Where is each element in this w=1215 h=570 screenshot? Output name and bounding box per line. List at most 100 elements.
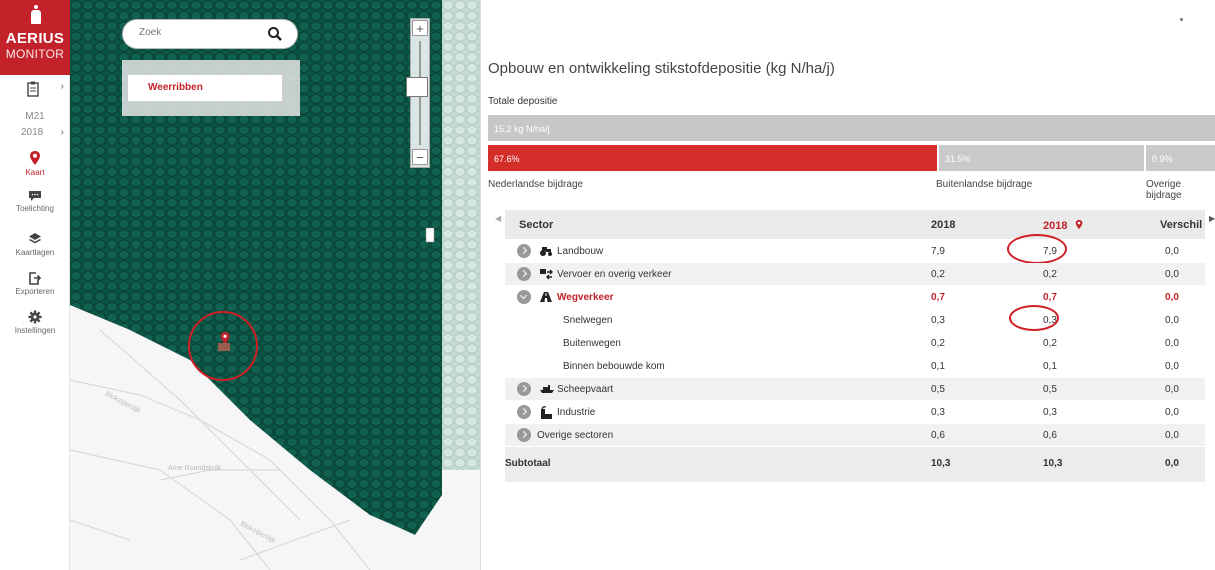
col-year[interactable]: 2018 <box>931 219 955 231</box>
row-difference: 0,0 <box>1165 315 1179 326</box>
tractor-icon <box>540 247 552 256</box>
expand-icon[interactable] <box>517 428 531 442</box>
row-difference: 0,0 <box>1165 292 1179 303</box>
logo-name: AERIUS <box>5 30 65 47</box>
table-row[interactable]: Buitenwegen 0,2 0,2 0,0 <box>505 332 1205 355</box>
row-label: Industrie <box>557 407 596 418</box>
table-row[interactable]: Scheepvaart 0,5 0,5 0,0 <box>505 378 1205 401</box>
map-label-place: Arne Roandskolk <box>168 465 222 472</box>
row-label: Buitenwegen <box>563 338 621 349</box>
scroll-left-icon[interactable]: ◀ <box>495 214 501 223</box>
row-label: Snelwegen <box>563 315 613 326</box>
total-deposition-value: 15,2 kg N/ha/j <box>494 124 550 134</box>
clipboard-menu-button[interactable]: › <box>0 81 70 103</box>
collapse-icon[interactable] <box>517 290 531 304</box>
search-box[interactable] <box>122 19 298 49</box>
table-row[interactable]: Overige sectoren 0,6 0,6 0,0 <box>505 424 1205 447</box>
zoom-out-button[interactable]: − <box>412 149 428 165</box>
expand-icon[interactable] <box>517 382 531 396</box>
road-icon <box>540 292 552 302</box>
expand-icon[interactable] <box>517 405 531 419</box>
side-navigation: AERIUS MONITOR › M21 2018 › Kaart Toelic… <box>0 0 70 570</box>
logo-icon <box>31 5 41 24</box>
row-value-2018: 0,2 <box>931 269 945 280</box>
row-difference: 0,0 <box>1165 246 1179 257</box>
layers-icon <box>29 233 41 244</box>
deposition-panel: Opbouw en ontwikkeling stikstofdepositie… <box>480 0 1215 570</box>
segment-percentage: 0.9% <box>1152 154 1173 164</box>
table-row[interactable]: Industrie 0,3 0,3 0,0 <box>505 401 1205 424</box>
row-value-2018-location: 0,2 <box>1043 269 1057 280</box>
table-header: Sector 2018 2018 Verschil <box>505 210 1205 240</box>
nav-instellingen-label: Instellingen <box>14 326 56 335</box>
search-icon[interactable] <box>267 26 283 42</box>
other-contribution-segment[interactable]: 0.9% <box>1146 145 1215 171</box>
nav-exporteren-label: Exporteren <box>15 287 55 296</box>
nav-instellingen[interactable]: Instellingen <box>0 310 70 335</box>
highlight-circle <box>1009 305 1059 331</box>
row-value-2018: 7,9 <box>931 246 945 257</box>
table-row[interactable]: Vervoer en overig verkeer 0,2 0,2 0,0 <box>505 263 1205 286</box>
zoom-slider-handle[interactable] <box>406 77 428 97</box>
row-difference: 0,0 <box>1165 430 1179 441</box>
contribution-bar: 67.6% 31.5% 0.9% <box>488 145 1215 171</box>
search-input[interactable] <box>139 27 259 38</box>
col-sector[interactable]: Sector <box>519 219 553 231</box>
subtotal-value-2018: 10,3 <box>931 458 951 469</box>
year-selector[interactable]: 2018 › <box>0 127 70 141</box>
dutch-contribution-segment[interactable]: 67.6% <box>488 145 937 171</box>
row-value-2018: 0,6 <box>931 430 945 441</box>
chevron-right-icon: › <box>60 127 64 138</box>
year-label: 2018 <box>21 127 44 138</box>
row-value-2018-location: 0,5 <box>1043 384 1057 395</box>
row-label: Binnen bebouwde kom <box>563 361 665 372</box>
nav-kaartlagen[interactable]: Kaartlagen <box>0 232 70 257</box>
total-deposition-bar: 15,2 kg N/ha/j <box>488 115 1215 141</box>
row-label: Vervoer en overig verkeer <box>557 269 672 280</box>
total-deposition-label: Totale depositie <box>488 96 558 107</box>
row-value-2018: 0,3 <box>931 407 945 418</box>
nav-toelichting[interactable]: Toelichting <box>0 190 70 213</box>
segment-percentage: 67.6% <box>494 154 520 164</box>
row-value-2018: 0,3 <box>931 315 945 326</box>
logo-subtitle: MONITOR <box>5 47 65 61</box>
table-row[interactable]: Wegverkeer 0,7 0,7 0,0 <box>505 286 1205 309</box>
table-row[interactable]: Snelwegen 0,3 0,3 0,0 <box>505 305 1205 332</box>
factory-icon <box>541 406 552 419</box>
col-difference[interactable]: Verschil <box>1160 219 1202 231</box>
map-pin-icon <box>1075 219 1082 230</box>
row-difference: 0,0 <box>1165 269 1179 280</box>
map-view[interactable]: Blokzijlerdijk Arne Roandskolk Blokzijle… <box>70 0 480 570</box>
table-row[interactable]: Landbouw 7,9 7,9 0,0 <box>505 234 1205 264</box>
year-code: M21 <box>25 111 45 122</box>
row-value-2018: 0,7 <box>931 292 945 303</box>
zoom-in-button[interactable]: + <box>412 20 428 36</box>
export-icon <box>29 272 42 285</box>
row-value-2018: 0,2 <box>931 338 945 349</box>
area-panel: Weerribben <box>122 60 300 116</box>
zoom-control: + − <box>406 18 430 168</box>
menu-dot-icon[interactable] <box>1180 18 1183 21</box>
aerius-logo[interactable]: AERIUS MONITOR <box>0 0 70 75</box>
row-value-2018-location: 0,6 <box>1043 430 1057 441</box>
row-difference: 0,0 <box>1165 384 1179 395</box>
area-name[interactable]: Weerribben <box>127 74 283 102</box>
subtotal-label: Subtotaal <box>505 458 551 469</box>
table-row[interactable]: Binnen bebouwde kom 0,1 0,1 0,0 <box>505 355 1205 378</box>
gear-icon <box>28 310 42 324</box>
map-pin-icon <box>30 151 40 165</box>
col-year-location[interactable]: 2018 <box>1043 219 1083 232</box>
panel-title: Opbouw en ontwikkeling stikstofdepositie… <box>488 60 835 77</box>
ship-icon <box>540 385 554 393</box>
scroll-right-icon[interactable]: ▶ <box>1209 214 1215 223</box>
nav-kaart-label: Kaart <box>25 168 45 177</box>
nav-kaart[interactable]: Kaart <box>0 150 70 177</box>
expand-icon[interactable] <box>517 267 531 281</box>
row-value-2018: 0,1 <box>931 361 945 372</box>
sector-table: Sector 2018 2018 Verschil Landbouw 7,9 7… <box>505 210 1205 483</box>
comment-icon <box>29 191 41 201</box>
subtotal-row: Subtotaal 10,3 10,3 0,0 <box>505 447 1205 483</box>
foreign-contribution-segment[interactable]: 31.5% <box>939 145 1144 171</box>
expand-icon[interactable] <box>517 244 531 258</box>
nav-exporteren[interactable]: Exporteren <box>0 271 70 296</box>
